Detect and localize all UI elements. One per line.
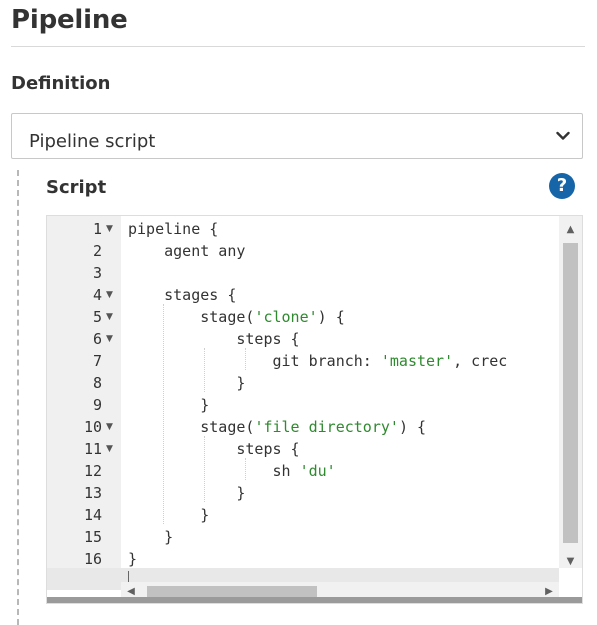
line-number: 3 bbox=[92, 264, 102, 282]
line-number: 15 bbox=[83, 528, 102, 546]
fold-toggle-icon[interactable]: ▼ bbox=[106, 416, 113, 438]
code-line[interactable]: pipeline { bbox=[121, 218, 559, 240]
line-number: 8 bbox=[92, 374, 102, 392]
scroll-up-icon[interactable]: ▲ bbox=[559, 220, 582, 240]
code-area[interactable]: pipeline { agent any stages { stage('clo… bbox=[121, 216, 559, 568]
line-number: 10 bbox=[83, 418, 102, 436]
code-line[interactable]: } bbox=[121, 394, 559, 416]
code-line[interactable]: agent any bbox=[121, 240, 559, 262]
script-editor[interactable]: 1▼234▼5▼6▼78910▼11▼121314151617 pipeline… bbox=[46, 215, 583, 604]
line-number: 5 bbox=[92, 308, 102, 326]
code-line-text: pipeline { bbox=[128, 220, 219, 238]
code-line[interactable] bbox=[121, 262, 559, 284]
code-line-text: stages { bbox=[128, 286, 237, 304]
line-number: 4 bbox=[92, 286, 102, 304]
line-number: 2 bbox=[92, 242, 102, 260]
code-line-text: steps { bbox=[128, 440, 300, 458]
code-line-text: } bbox=[128, 506, 210, 524]
script-label: Script bbox=[46, 177, 107, 198]
code-line[interactable]: git branch: 'master', crec bbox=[121, 350, 559, 372]
code-line-text: stage('file directory') { bbox=[128, 418, 427, 436]
fold-toggle-icon[interactable]: ▼ bbox=[106, 218, 113, 240]
code-line[interactable]: } bbox=[121, 482, 559, 504]
code-line[interactable]: stage('file directory') { bbox=[121, 416, 559, 438]
line-number: 7 bbox=[92, 352, 102, 370]
fold-toggle-icon[interactable]: ▼ bbox=[106, 438, 113, 460]
line-number: 1 bbox=[92, 220, 102, 238]
title-divider bbox=[11, 46, 585, 47]
code-line[interactable]: stages { bbox=[121, 284, 559, 306]
line-number: 13 bbox=[83, 484, 102, 502]
code-line-text: git branch: 'master', crec bbox=[128, 352, 508, 370]
code-line[interactable]: } bbox=[121, 504, 559, 526]
line-number: 14 bbox=[83, 506, 102, 524]
code-line[interactable]: } bbox=[121, 548, 559, 568]
page-title: Pipeline bbox=[11, 5, 128, 35]
definition-select[interactable]: Pipeline script bbox=[11, 113, 583, 159]
fold-toggle-icon[interactable]: ▼ bbox=[106, 306, 113, 328]
code-line[interactable]: sh 'du' bbox=[121, 460, 559, 482]
code-line[interactable]: steps { bbox=[121, 438, 559, 460]
vertical-scroll-thumb[interactable] bbox=[563, 243, 578, 543]
definition-label: Definition bbox=[11, 73, 111, 94]
line-number: 9 bbox=[92, 396, 102, 414]
fold-toggle-icon[interactable]: ▼ bbox=[106, 284, 113, 306]
code-line-text: steps { bbox=[128, 330, 300, 348]
code-line-text: } bbox=[128, 550, 138, 568]
line-number: 16 bbox=[83, 550, 102, 568]
definition-selected-value: Pipeline script bbox=[29, 131, 156, 152]
chevron-down-icon bbox=[556, 131, 570, 140]
editor-bottom-bar bbox=[47, 597, 582, 603]
line-number: 12 bbox=[83, 462, 102, 480]
scroll-down-icon[interactable]: ▼ bbox=[559, 552, 582, 572]
code-line-text: } bbox=[128, 396, 210, 414]
code-line[interactable]: } bbox=[121, 526, 559, 548]
code-line[interactable]: stage('clone') { bbox=[121, 306, 559, 328]
code-line-text: } bbox=[128, 374, 246, 392]
nesting-guide bbox=[17, 170, 19, 625]
code-line-text: stage('clone') { bbox=[128, 308, 345, 326]
code-line-text: } bbox=[128, 528, 174, 546]
help-icon[interactable]: ? bbox=[549, 173, 575, 199]
code-line-text: sh 'du' bbox=[128, 462, 336, 480]
line-number: 11 bbox=[83, 440, 102, 458]
vertical-scrollbar[interactable]: ▲ ▼ bbox=[559, 216, 582, 568]
code-line[interactable]: } bbox=[121, 372, 559, 394]
code-line-text: agent any bbox=[128, 242, 246, 260]
code-line-text: } bbox=[128, 484, 246, 502]
line-number: 6 bbox=[92, 330, 102, 348]
line-number-gutter: 1▼234▼5▼6▼78910▼11▼121314151617 bbox=[47, 216, 121, 590]
fold-toggle-icon[interactable]: ▼ bbox=[106, 328, 113, 350]
code-line[interactable]: steps { bbox=[121, 328, 559, 350]
